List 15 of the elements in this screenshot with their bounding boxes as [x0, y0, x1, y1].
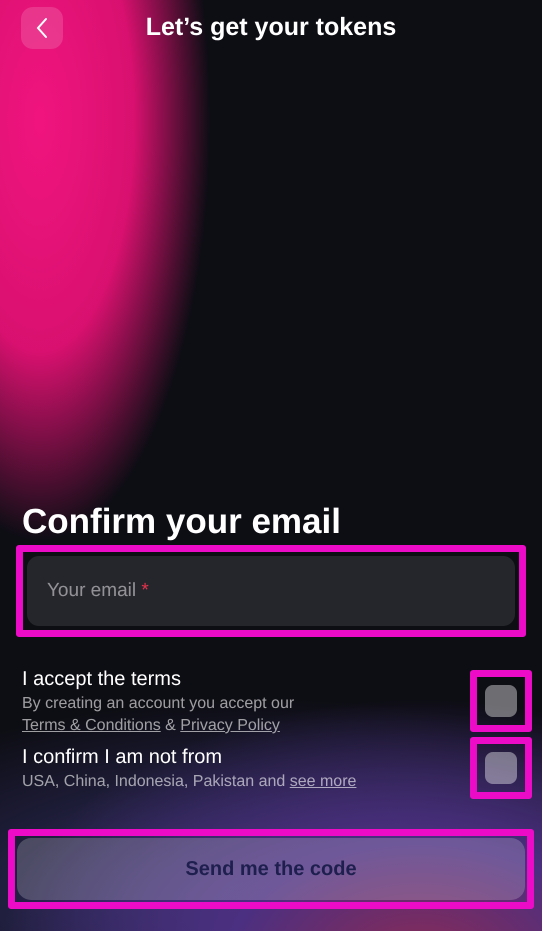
email-field[interactable]: Your email * — [27, 556, 515, 626]
consent-link[interactable]: Terms & Conditions — [22, 717, 161, 734]
email-placeholder: Your email * — [47, 578, 149, 603]
consent-detail: By creating an account you accept our Terms & Conditions & Privacy Policy — [22, 694, 296, 736]
consent-detail: USA, China, Indonesia, Pakistan and see more — [22, 772, 358, 792]
back-icon — [36, 17, 48, 39]
checkbox[interactable] — [485, 685, 517, 717]
consent-link[interactable]: Privacy Policy — [180, 717, 280, 734]
checkbox[interactable] — [485, 752, 517, 784]
consent-link[interactable]: see more — [290, 773, 356, 790]
consent-label: I accept the terms — [22, 667, 182, 692]
section-heading: Confirm your email — [21, 502, 342, 542]
consent-label: I confirm I am not from — [22, 745, 224, 770]
back-button[interactable] — [21, 7, 63, 49]
page-title: Let’s get your tokens — [146, 12, 396, 44]
